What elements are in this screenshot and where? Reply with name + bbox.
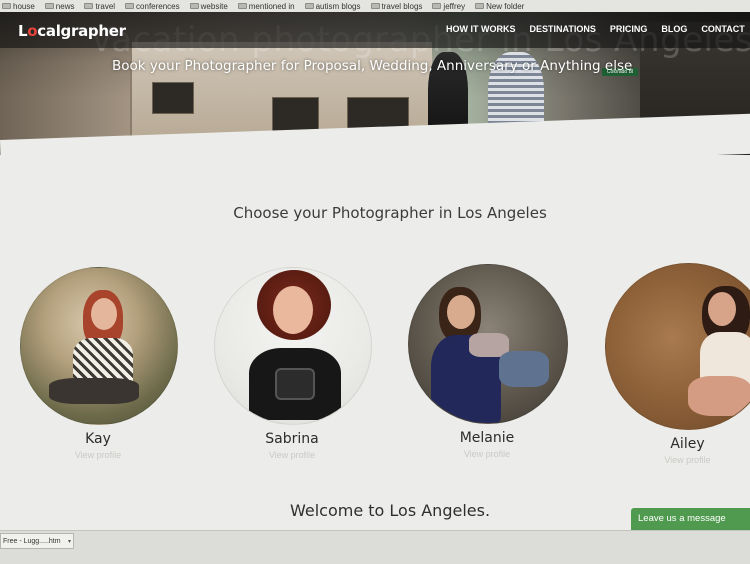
folder-icon <box>432 3 442 9</box>
photographer-card-kay[interactable]: Kay View profile <box>20 267 178 460</box>
chevron-down-icon[interactable]: ▾ <box>68 534 71 550</box>
avatar[interactable] <box>408 264 568 424</box>
downloads-bar: Free - Lugg.....htm ▾ <box>0 530 750 564</box>
face-shape <box>273 286 313 334</box>
face-shape <box>708 292 736 326</box>
photographer-name[interactable]: Sabrina <box>214 431 370 447</box>
nav-destinations[interactable]: DESTINATIONS <box>530 24 596 34</box>
folder-icon <box>370 3 380 9</box>
folder-icon <box>44 3 54 9</box>
legs-shape <box>688 376 750 416</box>
photographer-name[interactable]: Kay <box>20 431 176 447</box>
face-shape <box>447 295 475 329</box>
bookmark-jeffrey[interactable]: jeffrey <box>432 2 465 11</box>
download-filename: Free - Lugg.....htm <box>3 538 61 545</box>
view-profile-link[interactable]: View profile <box>214 450 370 460</box>
legs-shape <box>49 378 139 404</box>
avatar[interactable] <box>20 267 178 425</box>
bookmark-website[interactable]: website <box>189 2 228 11</box>
photographer-name[interactable]: Melanie <box>408 430 566 446</box>
photographer-card-melanie[interactable]: Melanie View profile <box>408 264 568 459</box>
avatar[interactable] <box>605 263 750 430</box>
bookmark-new-folder[interactable]: New folder <box>475 2 524 11</box>
photographer-card-sabrina[interactable]: Sabrina View profile <box>214 267 372 460</box>
nav-blog[interactable]: BLOG <box>661 24 687 34</box>
camera-shape <box>275 368 315 400</box>
building-window <box>152 82 194 114</box>
bookmarks-bar: house news travel conferences website me… <box>0 0 750 12</box>
bookmark-travel-blogs[interactable]: travel blogs <box>370 2 422 11</box>
photographer-name[interactable]: Ailey <box>605 436 750 452</box>
bookmark-conferences[interactable]: conferences <box>125 2 180 11</box>
legs-shape <box>499 351 549 387</box>
nav-contact[interactable]: CONTACT <box>701 24 744 34</box>
nav-how-it-works[interactable]: HOW IT WORKS <box>446 24 516 34</box>
bookmark-mentioned-in[interactable]: mentioned in <box>237 2 295 11</box>
avatar[interactable] <box>214 267 372 425</box>
view-profile-link[interactable]: View profile <box>408 449 566 459</box>
main-nav: HOW IT WORKS DESTINATIONS PRICING BLOG C… <box>446 24 745 34</box>
face-shape <box>91 298 117 330</box>
bookmark-travel[interactable]: travel <box>84 2 115 11</box>
bookmark-house[interactable]: house <box>2 2 35 11</box>
bookmark-autism-blogs[interactable]: autism blogs <box>304 2 361 11</box>
hero-subtitle: Book your Photographer for Proposal, Wed… <box>112 58 633 74</box>
nav-pricing[interactable]: PRICING <box>610 24 648 34</box>
bookmark-news[interactable]: news <box>44 2 74 11</box>
download-item[interactable]: Free - Lugg.....htm ▾ <box>0 533 74 549</box>
folder-icon <box>125 3 135 9</box>
section-title: Choose your Photographer in Los Angeles <box>233 204 547 222</box>
hero-banner: Colorado Bl Vacation photographer in Los… <box>0 12 750 155</box>
top-navbar: Localgrapher HOW IT WORKS DESTINATIONS P… <box>0 12 750 48</box>
logo-accent-letter: o <box>27 22 38 40</box>
view-profile-link[interactable]: View profile <box>605 455 750 465</box>
view-profile-link[interactable]: View profile <box>20 450 176 460</box>
folder-icon <box>189 3 199 9</box>
folder-icon <box>237 3 247 9</box>
site-logo[interactable]: Localgrapher <box>18 22 126 40</box>
folder-icon <box>475 3 485 9</box>
folder-icon <box>304 3 314 9</box>
leave-message-button[interactable]: Leave us a message <box>631 508 750 530</box>
folder-icon <box>2 3 11 9</box>
photographer-card-ailey[interactable]: Ailey View profile <box>605 263 750 465</box>
folder-icon <box>84 3 94 9</box>
